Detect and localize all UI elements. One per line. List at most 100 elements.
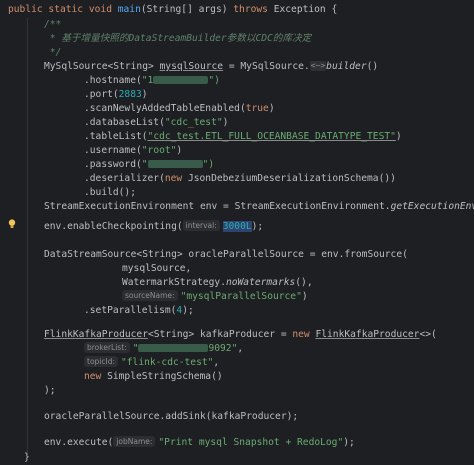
code-line-build[interactable]: .build(); — [84, 185, 474, 200]
param-hint-job-name: jobName: — [113, 436, 156, 447]
code-line-scan-newly-added[interactable]: .scanNewlyAddedTableEnabled(true) — [84, 101, 474, 116]
code-text: mysqlSource, — [122, 263, 192, 274]
paren-text: (), — [295, 277, 313, 288]
decl-text: <String> kafkaProducer = — [147, 329, 293, 340]
code-line-mysql-source[interactable]: MySqlSource<String> mysqlSource = MySqlS… — [44, 59, 474, 74]
code-line-deserializer[interactable]: .deserializer(new JsonDebeziumDeserializ… — [84, 171, 474, 186]
boolean-literal: true — [245, 103, 269, 114]
fold-ellipsis-icon[interactable]: <~> — [309, 61, 327, 71]
code-line-source-name[interactable]: sourceName: "mysqlParallelSource") — [122, 289, 474, 304]
code-line-main-signature[interactable]: public static void main(String[] args) t… — [8, 2, 474, 17]
doc-comment-body[interactable]: * 基于增量快照的DataStreamBuilder参数以CDC的库决定 — [44, 31, 474, 46]
param-hint-broker-list: brokerList: — [84, 342, 130, 353]
code-line-password[interactable]: .password(" ") — [84, 157, 474, 172]
code-line-mysql-source-arg[interactable]: mysqlSource, — [122, 261, 474, 276]
code-line-database-list[interactable]: .databaseList("cdc_test") — [84, 115, 474, 130]
code-line-env[interactable]: StreamExecutionEnvironment env = StreamE… — [44, 199, 474, 214]
paren-text: ) — [222, 117, 229, 128]
paren-text: <>( — [419, 329, 437, 340]
signature: (String[] args) — [140, 4, 234, 15]
code-line-checkpointing[interactable]: env.enableCheckpointing(interval: 3000L); — [44, 219, 474, 234]
code-line-table-list[interactable]: .tableList("cdc_test.ETL_FULL_OCEANBASE_… — [84, 129, 474, 144]
new-keyword: new — [164, 173, 183, 184]
code-line-hostname[interactable]: .hostname("1 ") — [84, 73, 474, 88]
call-text: .build(); — [84, 187, 136, 198]
code-line-close-paren[interactable]: ); — [44, 383, 474, 398]
code-text: WatermarkStrategy. — [122, 277, 226, 288]
number-literal: 2883 — [118, 89, 142, 100]
code-line-execute[interactable]: env.execute(jobName: "Print mysql Snapsho… — [44, 435, 474, 450]
string-literal: 9092" — [208, 343, 238, 354]
call-text: env.execute( — [44, 437, 114, 448]
code-line-kafka-producer[interactable]: FlinkKafkaProducer<String> kafkaProducer… — [44, 327, 474, 342]
code-editor[interactable]: public static void main(String[] args) t… — [0, 0, 474, 465]
call-text: .password( — [84, 159, 142, 170]
class-text: JsonDebeziumDeserializationSchema()) — [182, 173, 396, 184]
string-literal: "flink-cdc-test" — [121, 357, 214, 368]
code-text: oracleParallelSource.addSink(kafkaProduc… — [44, 411, 299, 422]
paren-text: () — [366, 61, 379, 72]
call-text: .scanNewlyAddedTableEnabled( — [84, 103, 246, 114]
call-text: .databaseList( — [84, 117, 165, 128]
class-name: FlinkKafkaProducer — [315, 329, 420, 340]
param-hint-source-name: sourceName: — [122, 290, 178, 301]
paren-text: ) — [301, 291, 308, 302]
comment-text: * 基于增量快照的DataStreamBuilder参数以CDC的库决定 — [44, 33, 312, 44]
comma-text: , — [213, 357, 220, 368]
static-call: noWatermarks — [225, 277, 296, 288]
class-name: FlinkKafkaProducer — [44, 329, 148, 340]
doc-comment-open[interactable]: /** — [44, 17, 474, 32]
paren-text: ); — [251, 221, 264, 232]
string-literal: "1 — [141, 75, 154, 86]
code-line-watermark[interactable]: WatermarkStrategy.noWatermarks(), — [122, 275, 474, 290]
assign-text: = MySqlSource. — [223, 61, 310, 72]
method-name: main — [117, 4, 141, 15]
new-keyword: new — [292, 329, 310, 340]
string-literal: " — [141, 159, 148, 170]
class-text: SimpleStringSchema() — [101, 371, 223, 382]
lightbulb-icon[interactable] — [8, 219, 16, 229]
param-hint-topic-id: topicId: — [84, 356, 118, 367]
string-literal: "cdc_test" — [164, 117, 223, 128]
code-line-topic-id[interactable]: topicId: "flink-cdc-test", — [84, 355, 474, 370]
comment-text: /** — [44, 19, 62, 30]
paren-text: ); — [343, 437, 355, 448]
code-line-add-sink[interactable]: oracleParallelSource.addSink(kafkaProduc… — [44, 409, 474, 424]
string-literal: "mysqlParallelSource" — [180, 291, 302, 302]
exception: Exception { — [267, 4, 338, 15]
string-literal: "root" — [141, 145, 177, 156]
code-line-set-parallelism[interactable]: .setParallelism(4); — [84, 303, 474, 318]
code-line-schema[interactable]: new SimpleStringSchema() — [84, 369, 474, 384]
param-hint-interval: interval: — [182, 220, 220, 231]
comment-text: */ — [44, 47, 62, 58]
variable-mysqlsource: mysqlSource — [159, 61, 224, 72]
type-text: MySqlSource<String> — [44, 61, 160, 72]
code-line-close-brace[interactable]: } — [24, 450, 474, 465]
paren-text: ) — [395, 131, 402, 142]
throws-keyword: throws — [233, 4, 268, 15]
code-line-port[interactable]: .port(2883) — [84, 87, 474, 102]
modifiers: public static void — [8, 4, 118, 15]
string-end: ") — [202, 159, 215, 170]
comma-text: , — [237, 343, 244, 354]
call-text: .username( — [84, 145, 142, 156]
doc-comment-close[interactable]: */ — [44, 45, 474, 60]
call-text: env.enableCheckpointing( — [44, 221, 183, 232]
string-end: ") — [208, 75, 220, 86]
paren-text: ) — [141, 89, 148, 100]
builder-call: builder — [326, 61, 367, 72]
string-literal: "cdc_test.ETL_FULL_OCEANBASE_DATATYPE_TE… — [147, 131, 396, 142]
paren-text: ) — [176, 145, 183, 156]
gutter — [0, 0, 20, 465]
indent-guide — [27, 18, 28, 455]
redacted-value — [138, 344, 209, 352]
redacted-value — [147, 160, 203, 168]
code-text: } — [24, 452, 30, 463]
code-line-username[interactable]: .username("root") — [84, 143, 474, 158]
code-text: DataStreamSource<String> oracleParallelS… — [44, 249, 408, 260]
call-text: .hostname( — [84, 75, 142, 86]
code-line-data-stream-source[interactable]: DataStreamSource<String> oracleParallelS… — [44, 247, 474, 262]
code-line-broker-list[interactable]: brokerList: " 9092", — [84, 341, 474, 356]
paren-text: ); — [182, 305, 194, 316]
call-text: .deserializer( — [84, 173, 165, 184]
